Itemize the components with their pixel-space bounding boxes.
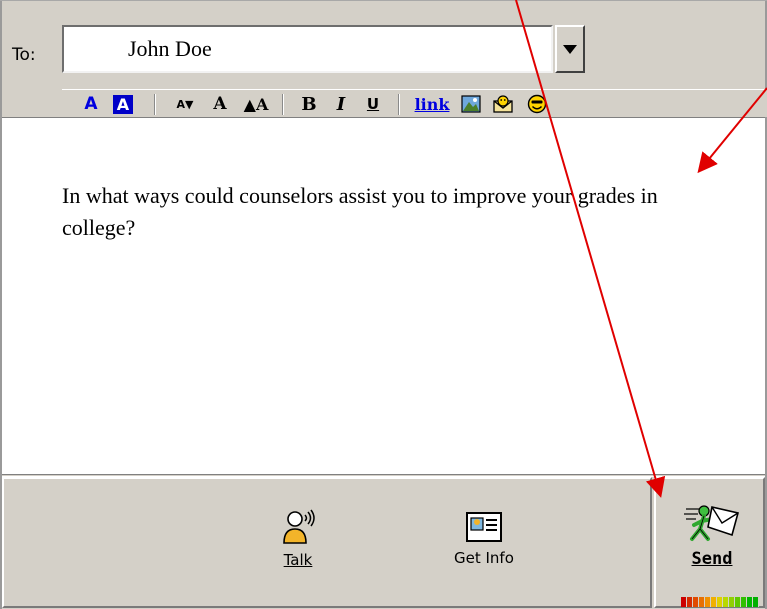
bold-button[interactable]: B bbox=[298, 92, 320, 116]
decrease-font-size-button[interactable]: A▼ bbox=[170, 92, 200, 116]
normal-font-size-button[interactable]: A bbox=[208, 92, 232, 116]
bold-icon: B bbox=[301, 93, 317, 115]
normal-font-icon: A bbox=[213, 94, 227, 114]
insert-picture-button[interactable] bbox=[458, 92, 484, 116]
toolbar-separator bbox=[154, 94, 156, 115]
decrease-font-icon: A▼ bbox=[176, 97, 194, 111]
italic-button[interactable]: I bbox=[330, 92, 352, 116]
send-label: Send bbox=[691, 549, 733, 569]
to-input[interactable] bbox=[64, 27, 524, 71]
smiley-icon bbox=[527, 94, 547, 114]
to-dropdown-button[interactable] bbox=[555, 25, 585, 73]
background-color-icon: A bbox=[113, 94, 133, 114]
italic-icon: I bbox=[336, 93, 346, 115]
increase-font-icon: ▲A bbox=[243, 94, 269, 114]
send-button[interactable]: Send bbox=[682, 499, 742, 569]
id-card-icon bbox=[465, 512, 502, 542]
warning-level-meter bbox=[681, 597, 759, 607]
actions-panel: Talk Get Info bbox=[2, 477, 652, 608]
link-icon: link bbox=[414, 94, 450, 114]
send-panel: Send bbox=[654, 477, 765, 608]
text-color-button[interactable]: A bbox=[80, 92, 102, 116]
toolbar-separator bbox=[398, 94, 400, 115]
chevron-down-icon bbox=[563, 44, 577, 54]
increase-font-size-button[interactable]: ▲A bbox=[240, 92, 272, 116]
send-runner-icon bbox=[684, 505, 739, 541]
get-info-button[interactable]: Get Info bbox=[454, 511, 514, 567]
get-info-label: Get Info bbox=[454, 549, 514, 567]
bottom-action-bar: Talk Get Info Send bbox=[2, 476, 765, 609]
picture-icon bbox=[461, 95, 481, 113]
text-color-icon: A bbox=[84, 94, 98, 114]
meter-segment bbox=[753, 597, 759, 607]
to-combo-box[interactable] bbox=[62, 25, 553, 73]
talk-button[interactable]: Talk bbox=[278, 509, 318, 569]
im-window: To: A A A▼ A ▲A B I bbox=[0, 0, 767, 609]
insert-email-button[interactable] bbox=[490, 92, 516, 116]
envelope-smiley-icon bbox=[493, 95, 513, 113]
insert-smiley-button[interactable] bbox=[524, 92, 550, 116]
message-compose-area[interactable]: In what ways could counselors assist you… bbox=[2, 117, 765, 475]
toolbar-separator bbox=[282, 94, 284, 115]
talk-icon bbox=[283, 509, 315, 544]
to-label: To: bbox=[12, 45, 36, 65]
background-color-button[interactable]: A bbox=[110, 92, 136, 116]
insert-link-button[interactable]: link bbox=[410, 92, 454, 116]
underline-icon: U bbox=[366, 95, 380, 113]
underline-button[interactable]: U bbox=[362, 92, 384, 116]
message-text[interactable]: In what ways could counselors assist you… bbox=[62, 180, 702, 244]
formatting-toolbar: A A A▼ A ▲A B I U link bbox=[62, 89, 767, 117]
talk-label: Talk bbox=[283, 551, 313, 569]
